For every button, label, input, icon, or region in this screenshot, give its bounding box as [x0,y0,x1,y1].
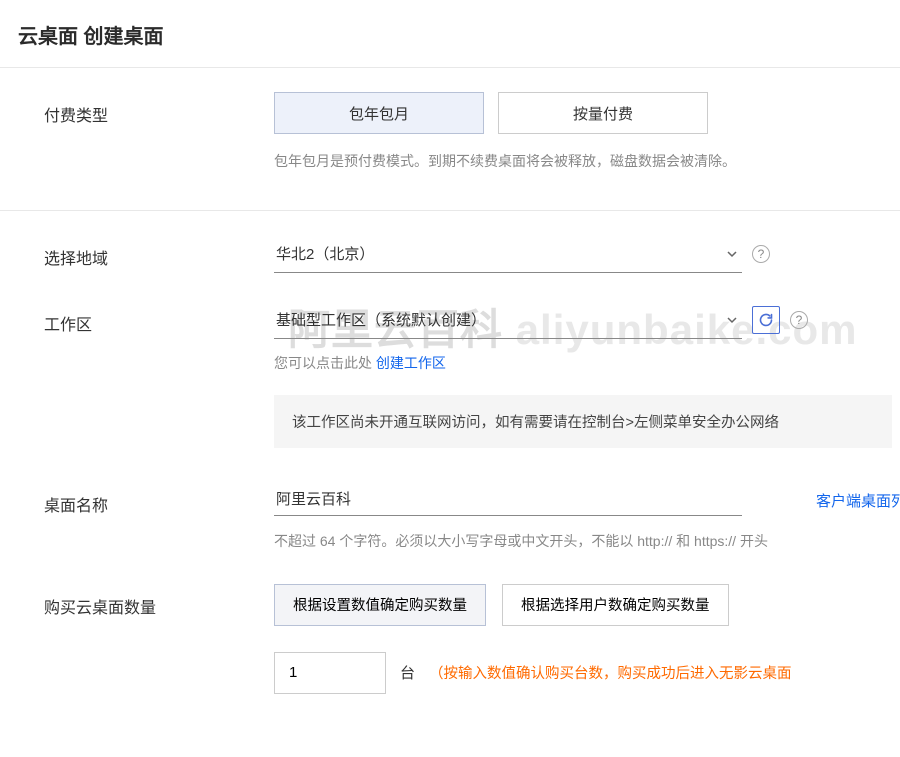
workspace-select[interactable]: 基础型工作区（系统默认创建） [274,301,742,339]
create-workspace-link[interactable]: 创建工作区 [376,355,446,371]
quantity-label: 购买云桌面数量 [44,584,274,618]
billing-label: 付费类型 [44,92,274,126]
qty-option-by-users[interactable]: 根据选择用户数确定购买数量 [502,584,729,626]
billing-option-prepaid[interactable]: 包年包月 [274,92,484,134]
help-icon[interactable]: ? [752,245,770,263]
billing-panel: 付费类型 包年包月 按量付费 包年包月是预付费模式。到期不续费桌面将会被释放，磁… [0,67,900,210]
desktop-name-input[interactable] [274,482,742,516]
qty-option-by-number[interactable]: 根据设置数值确定购买数量 [274,584,486,626]
client-list-link[interactable]: 客户端桌面列表示 [816,482,900,511]
refresh-button[interactable] [752,306,780,334]
workspace-label: 工作区 [44,301,274,335]
quantity-warning: （按输入数值确认购买台数，购买成功后进入无影云桌面 [429,662,792,683]
billing-option-postpaid[interactable]: 按量付费 [498,92,708,134]
billing-hint: 包年包月是预付费模式。到期不续费桌面将会被释放，磁盘数据会被清除。 [274,150,900,174]
workspace-value: 基础型工作区（系统默认创建） [276,312,486,329]
config-panel: 选择地域 华北2（北京） ? 工作区 基础型工作区（系统默认创建） [0,210,900,730]
name-label: 桌面名称 [44,482,274,516]
workspace-hint-prefix: 您可以点击此处 [274,355,376,371]
chevron-down-icon [726,313,738,325]
page-title: 云桌面 创建桌面 [0,0,900,67]
chevron-down-icon [726,247,738,259]
quantity-unit: 台 [400,662,415,683]
region-label: 选择地域 [44,235,274,269]
workspace-alert: 该工作区尚未开通互联网访问，如有需要请在控制台>左侧菜单安全办公网络 [274,395,892,448]
help-icon[interactable]: ? [790,311,808,329]
region-value: 华北2（北京） [276,246,374,263]
region-select[interactable]: 华北2（北京） [274,235,742,273]
name-hint: 不超过 64 个字符。必须以大小写字母或中文开头，不能以 http:// 和 h… [274,530,768,554]
quantity-input[interactable] [274,652,386,694]
